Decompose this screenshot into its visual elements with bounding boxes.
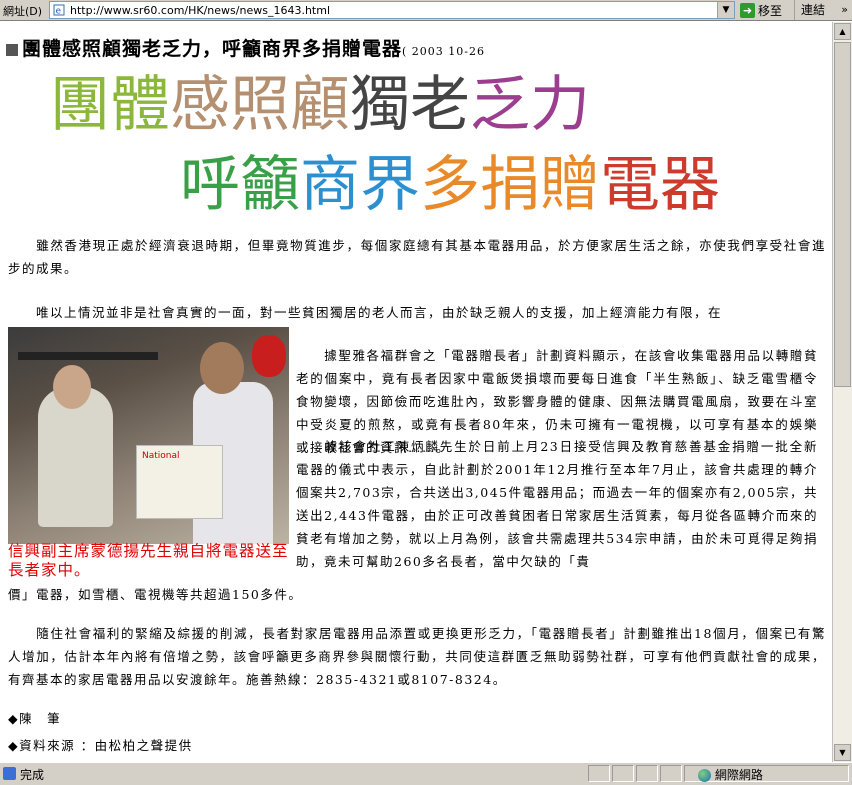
status-cell bbox=[636, 765, 658, 782]
headline-text: 團體感照顧獨老乏力，呼籲商界多捐贈電器 bbox=[22, 38, 403, 60]
article-headline: 團體感照顧獨老乏力，呼籲商界多捐贈電器( 2003 10-26 bbox=[6, 34, 485, 61]
address-input[interactable]: e http://www.sr60.com/HK/news/news_1643.… bbox=[49, 1, 735, 19]
go-label: 移至 bbox=[758, 4, 783, 18]
ie-page-icon: e bbox=[53, 4, 65, 16]
page-content: 團體感照顧獨老乏力，呼籲商界多捐贈電器( 2003 10-26 團體感照顧獨老乏… bbox=[0, 22, 832, 762]
banner-line-2: 呼籲商界多捐贈電器 bbox=[180, 150, 720, 220]
banner-1-part-3: 獨老 bbox=[350, 70, 470, 140]
status-text: 完成 bbox=[20, 768, 45, 782]
photo-caption: 信興副主席蒙德揚先生親自將電器送至長者家中。 bbox=[8, 542, 289, 579]
scroll-down-icon[interactable]: ▼ bbox=[834, 744, 851, 761]
paragraph-2: 唯以上情況並非是社會真實的一面，對一些貧困獨居的老人而言，由於缺乏親人的支援，加… bbox=[8, 305, 723, 320]
go-arrow-icon: ➜ bbox=[740, 3, 755, 18]
banner-line-1: 團體感照顧獨老乏力 bbox=[50, 70, 590, 140]
bullet-icon bbox=[6, 44, 18, 56]
photo-box-label: National bbox=[142, 451, 180, 461]
status-bar: 完成 網際網路 bbox=[0, 762, 852, 785]
article-source: ◆資料來源 ：由松柏之聲提供 bbox=[8, 738, 193, 753]
banner-1-part-4: 乏力 bbox=[470, 70, 590, 140]
links-button[interactable]: 連結 » bbox=[794, 0, 852, 20]
status-cell bbox=[612, 765, 634, 782]
banner-2-part-2: 商界 bbox=[300, 150, 420, 220]
banner-2-part-1: 呼籲 bbox=[180, 150, 300, 220]
chevron-right-icon: » bbox=[841, 3, 848, 16]
zone-text: 網際網路 bbox=[714, 768, 763, 782]
banner-1-part-2: 感照顧 bbox=[170, 70, 350, 140]
globe-icon bbox=[698, 769, 711, 782]
status-cell bbox=[588, 765, 610, 782]
banner-2-part-3: 多捐贈 bbox=[420, 150, 600, 220]
address-bar: 網址(D) e http://www.sr60.com/HK/news/news… bbox=[0, 0, 852, 21]
status-cell bbox=[660, 765, 682, 782]
vertical-scrollbar[interactable]: ▲ ▼ bbox=[832, 22, 852, 762]
go-button[interactable]: ➜ 移至 bbox=[740, 2, 792, 19]
scroll-thumb[interactable] bbox=[834, 42, 851, 387]
article-author: ◆陳 筆 bbox=[8, 711, 62, 726]
article-date: ( 2003 10-26 bbox=[402, 45, 486, 58]
paragraph-4-end: 價」電器，如雪櫃、電視機等共超過150多件。 bbox=[8, 587, 303, 602]
paragraph-4: 據該會社工陳炳麟先生於日前上月23日接受信興及教育慈善基金捐贈一批全新電器的儀式… bbox=[296, 439, 818, 569]
page-done-icon bbox=[3, 767, 16, 780]
scroll-up-icon[interactable]: ▲ bbox=[834, 23, 851, 40]
address-label: 網址(D) bbox=[3, 5, 43, 18]
svg-text:e: e bbox=[56, 7, 62, 17]
paragraph-1: 雖然香港現正處於經濟衰退時期，但畢竟物質進步，每個家庭總有其基本電器用品，於方便… bbox=[8, 238, 826, 276]
links-label: 連結 bbox=[801, 3, 826, 17]
banner-1-part-1: 團體 bbox=[50, 70, 170, 140]
paragraph-5: 隨住社會福利的緊縮及綜援的削減，長者對家居電器用品添置或更換更形乏力，「電器贈長… bbox=[8, 626, 826, 687]
banner-2-part-4: 電器 bbox=[600, 150, 720, 220]
address-dropdown-icon[interactable]: ▼ bbox=[717, 2, 734, 18]
zone-indicator: 網際網路 bbox=[698, 766, 763, 783]
article-photo: National bbox=[8, 327, 289, 544]
url-text: http://www.sr60.com/HK/news/news_1643.ht… bbox=[70, 4, 330, 17]
